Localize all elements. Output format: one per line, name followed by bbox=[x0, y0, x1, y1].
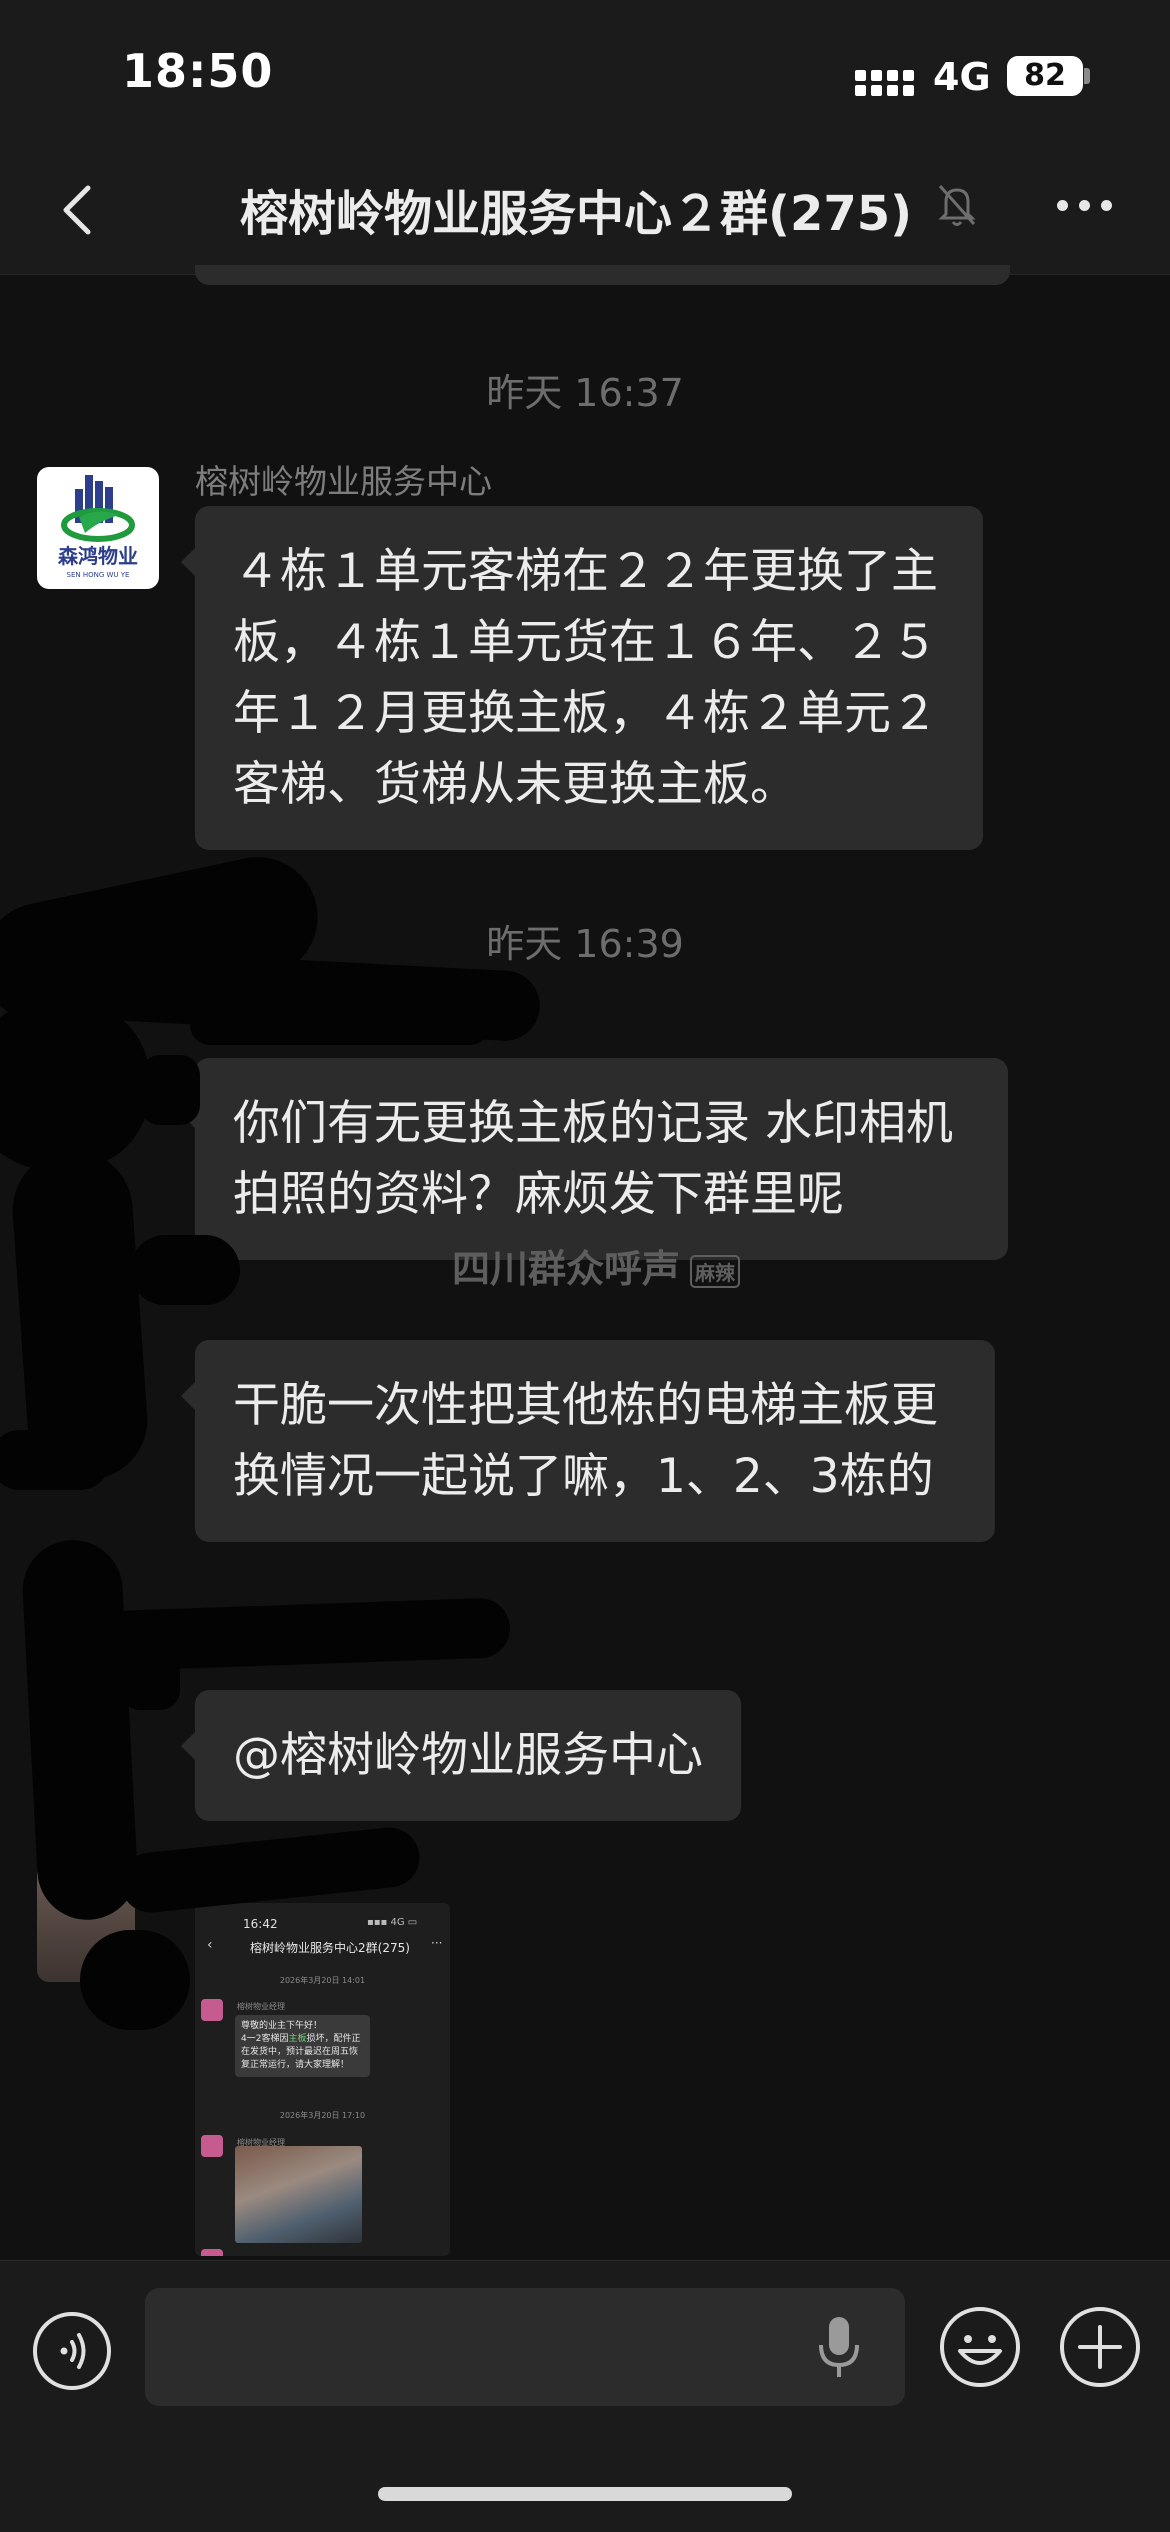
mic-icon[interactable] bbox=[816, 2313, 862, 2383]
embedded-highlight: 主板 bbox=[288, 2034, 307, 2044]
embedded-status-icons: ▪▪▪ 4G ▭ bbox=[367, 1917, 418, 1928]
chat-header: 榕树岭物业服务中心２群(275) bbox=[0, 150, 1170, 275]
embedded-timestamp: 2026年3月20日 17:10 bbox=[279, 2111, 366, 2120]
message-text: ４栋１单元客梯在２２年更换了主板，４栋１单元货在１６年、２５年１２月更换主板，４… bbox=[233, 544, 938, 812]
redaction-scribble bbox=[0, 1000, 150, 1170]
watermark: 四川群众呼声 麻辣 bbox=[452, 1238, 741, 1293]
redaction-scribble bbox=[0, 1430, 110, 1490]
input-bar bbox=[0, 2260, 1170, 2532]
message-input[interactable] bbox=[145, 2288, 905, 2406]
message-bubble[interactable]: 干脆一次性把其他栋的电梯主板更换情况一起说了嘛，1、2、3栋的 bbox=[181, 1340, 995, 1542]
status-bar: 18:50 4G 82 bbox=[0, 0, 1170, 150]
embedded-avatar bbox=[201, 1999, 223, 2021]
embedded-photo bbox=[235, 2146, 362, 2243]
chat-title: 榕树岭物业服务中心２群(275) bbox=[240, 186, 913, 242]
watermark-badge: 麻辣 bbox=[690, 1255, 741, 1288]
redaction-scribble bbox=[130, 1235, 240, 1305]
redaction-scribble bbox=[120, 1650, 180, 1710]
message-timestamp: 昨天 16:37 bbox=[486, 371, 684, 415]
status-time: 18:50 bbox=[122, 44, 274, 98]
embedded-avatar bbox=[201, 2135, 223, 2157]
emoji-icon[interactable] bbox=[938, 2305, 1022, 2389]
sender-name: 榕树岭物业服务中心 bbox=[195, 462, 492, 501]
embedded-timestamp: 2026年3月20日 14:01 bbox=[279, 1976, 366, 1985]
bell-slash-icon bbox=[938, 184, 976, 226]
image-message[interactable]: 16:42 ▪▪▪ 4G ▭ ‹ 榕树岭物业服务中心2群(275) ··· 20… bbox=[195, 1903, 450, 2256]
message-text: 你们有无更换主板的记录 水印相机拍照的资料？麻烦发下群里呢 bbox=[233, 1096, 953, 1222]
embedded-time: 16:42 bbox=[243, 1917, 278, 1931]
message-bubble[interactable]: 你们有无更换主板的记录 水印相机拍照的资料？麻烦发下群里呢 bbox=[181, 1058, 1008, 1260]
redaction-scribble bbox=[80, 1930, 190, 2030]
network-type: 4G bbox=[933, 55, 991, 99]
battery-indicator: 82 bbox=[1007, 56, 1083, 96]
svg-text:森鸿物业: 森鸿物业 bbox=[58, 544, 138, 568]
property-logo-icon: 森鸿物业 SEN HONG WU YE bbox=[58, 475, 138, 579]
avatar[interactable]: 森鸿物业 SEN HONG WU YE bbox=[37, 467, 159, 589]
message-bubble[interactable]: @榕树岭物业服务中心 bbox=[181, 1690, 741, 1821]
embedded-title: 榕树岭物业服务中心2群(275) bbox=[250, 1941, 410, 1955]
home-indicator[interactable] bbox=[378, 2487, 792, 2501]
embedded-line: 尊敬的业主下午好！ bbox=[241, 2021, 323, 2031]
svg-text:SEN HONG WU YE: SEN HONG WU YE bbox=[67, 571, 130, 579]
embedded-bubble: 尊敬的业主下午好！ 4一2客梯因主板损坏，配件正在发货中，预计最迟在周五恢复正常… bbox=[235, 2015, 370, 2077]
redaction-scribble bbox=[117, 1824, 423, 1916]
watermark-text: 四川群众呼声 bbox=[452, 1247, 681, 1291]
back-icon[interactable] bbox=[50, 180, 110, 240]
redaction-scribble bbox=[190, 1005, 490, 1045]
message-bubble[interactable]: ４栋１单元客梯在２２年更换了主板，４栋１单元货在１６年、２５年１２月更换主板，４… bbox=[181, 506, 983, 850]
embedded-sender: 榕树物业经理 bbox=[237, 2002, 285, 2011]
previous-message-bubble bbox=[195, 265, 1010, 285]
message-text: 干脆一次性把其他栋的电梯主板更换情况一起说了嘛，1、2、3栋的 bbox=[233, 1378, 938, 1504]
voice-icon[interactable] bbox=[32, 2311, 112, 2391]
plus-icon[interactable] bbox=[1058, 2305, 1142, 2389]
redaction-scribble bbox=[20, 1537, 140, 1923]
embedded-more-icon: ··· bbox=[431, 1936, 443, 1950]
embedded-line: 4一2客梯因 bbox=[241, 2034, 289, 2044]
signal-icon bbox=[855, 70, 915, 96]
more-icon[interactable] bbox=[1055, 198, 1115, 218]
battery-tip bbox=[1084, 68, 1090, 84]
message-text: @榕树岭物业服务中心 bbox=[233, 1728, 703, 1783]
embedded-back-icon: ‹ bbox=[207, 1937, 213, 1953]
redaction-scribble bbox=[140, 1055, 200, 1125]
chat-screen: 18:50 4G 82 榕树岭物业服务中心２群(275) 昨天 16:37 森鸿… bbox=[0, 0, 1170, 2532]
embedded-avatar bbox=[201, 2249, 223, 2256]
